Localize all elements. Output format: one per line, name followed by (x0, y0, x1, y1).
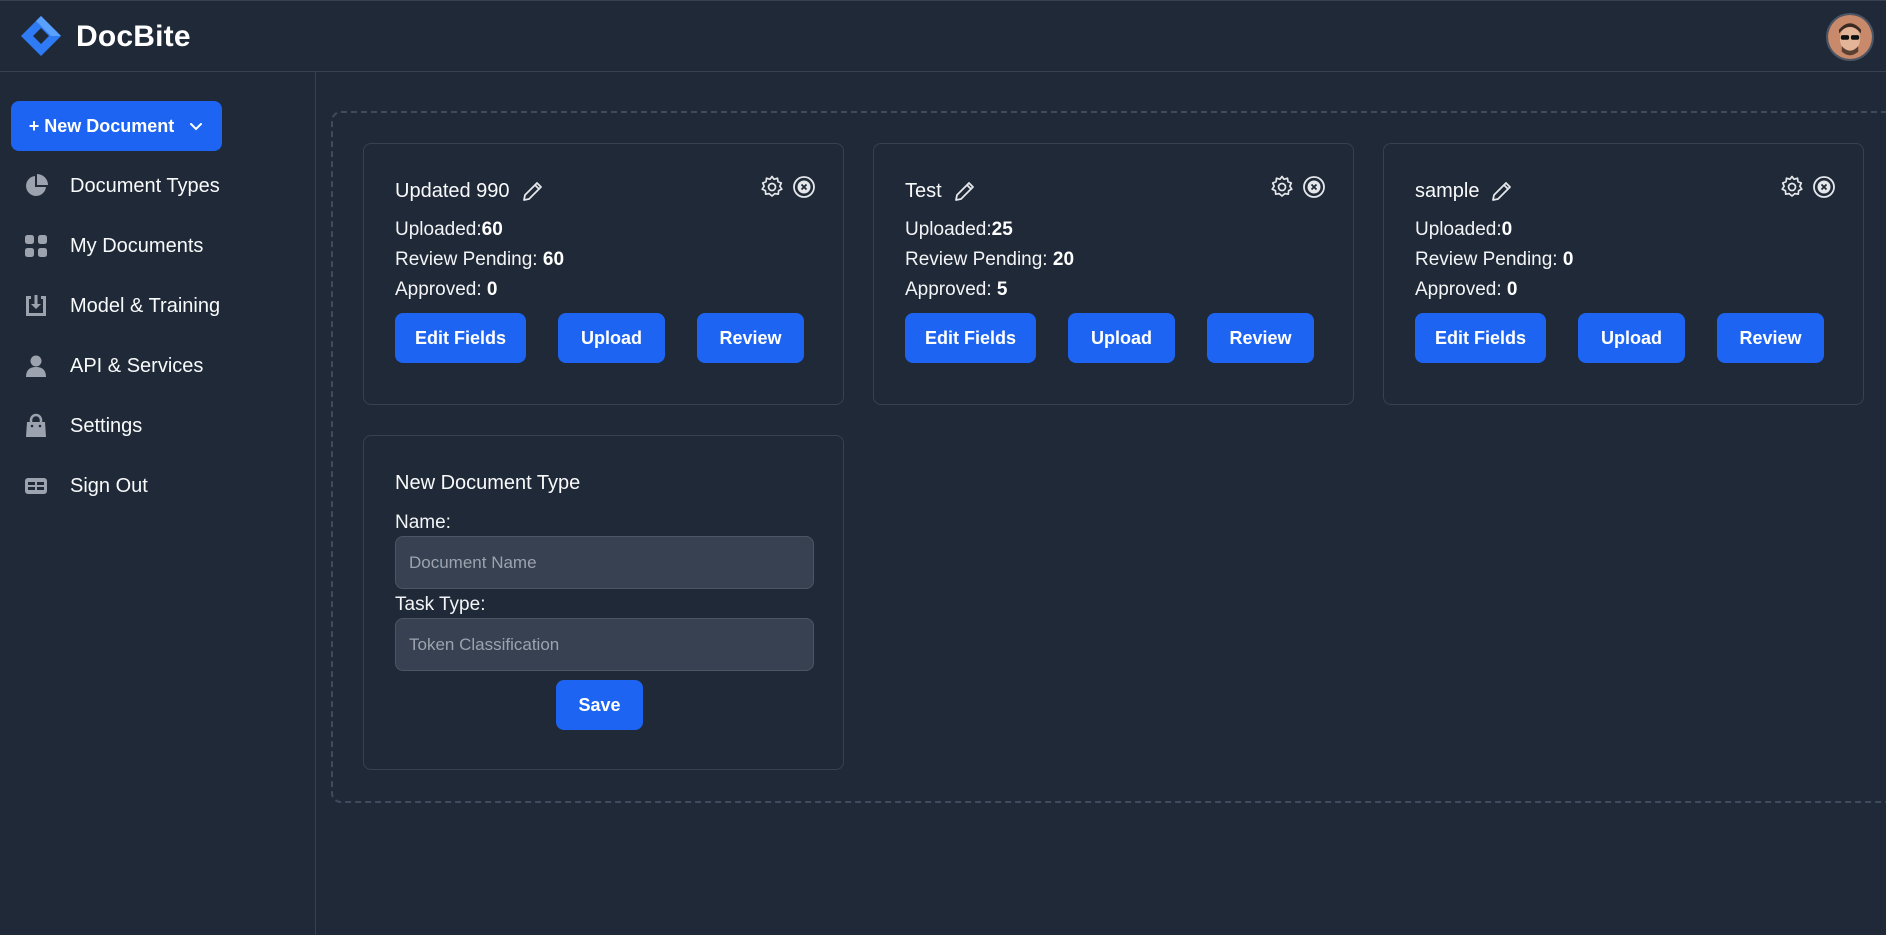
upload-button[interactable]: Upload (558, 313, 665, 363)
download-box-icon (26, 295, 46, 316)
document-type-card: Updated 990 Uploaded:60 Review Pending: … (363, 143, 844, 405)
edit-fields-button[interactable]: Edit Fields (1415, 313, 1546, 363)
uploaded-value: 25 (991, 219, 1013, 240)
card-title: sample (1415, 178, 1515, 204)
grid-icon (25, 235, 47, 257)
document-type-card: Test Uploaded:25 Review Pending: 20 Appr… (873, 143, 1354, 405)
card-actions (1779, 174, 1837, 200)
edit-fields-button[interactable]: Edit Fields (905, 313, 1036, 363)
pencil-icon[interactable] (1489, 178, 1515, 204)
uploaded-label: Uploaded: (395, 219, 482, 240)
sidebar-item-api-services[interactable]: API & Services (22, 346, 302, 386)
approved-label: Approved: (1415, 279, 1507, 300)
review-pending-value: 60 (542, 249, 565, 270)
document-name-input[interactable] (395, 536, 814, 589)
document-type-card: sample Uploaded:0 Review Pending: 0 Appr… (1383, 143, 1864, 405)
docbite-logo-icon (21, 16, 61, 56)
pie-chart-icon (26, 174, 48, 196)
review-pending-stat: Review Pending: 20 (905, 249, 1074, 271)
user-avatar[interactable] (1826, 13, 1874, 61)
review-button[interactable]: Review (1207, 313, 1314, 363)
gear-icon[interactable] (1269, 174, 1295, 200)
avatar-image-icon (1828, 15, 1872, 59)
name-label: Name: (395, 512, 451, 533)
sidebar-item-label: API & Services (70, 354, 204, 377)
card-title-text: Test (905, 179, 942, 202)
uploaded-stat: Uploaded:60 (395, 219, 503, 241)
review-pending-stat: Review Pending: 0 (1415, 249, 1573, 271)
review-pending-label: Review Pending: (395, 249, 543, 270)
uploaded-stat: Uploaded:25 (905, 219, 1013, 241)
gear-icon[interactable] (759, 174, 785, 200)
sidebar-item-label: Model & Training (70, 294, 221, 317)
brand-name: DocBite (76, 20, 191, 53)
approved-stat: Approved: 0 (1415, 279, 1517, 301)
task-type-label: Task Type: (395, 594, 486, 615)
pencil-icon[interactable] (520, 178, 546, 204)
sidebar-item-document-types[interactable]: Document Types (22, 166, 302, 206)
card-title-text: Updated 990 (395, 179, 510, 202)
approved-label: Approved: (905, 279, 997, 300)
top-bar: DocBite (0, 0, 1886, 72)
review-pending-label: Review Pending: (1415, 249, 1563, 270)
task-type-input[interactable] (395, 618, 814, 671)
sidebar-item-settings[interactable]: Settings (22, 406, 302, 446)
sidebar-item-label: My Documents (70, 234, 204, 257)
review-button[interactable]: Review (1717, 313, 1824, 363)
approved-value: 0 (486, 279, 498, 300)
approved-value: 5 (996, 279, 1008, 300)
card-title: Test (905, 178, 978, 204)
shopping-bag-icon (26, 413, 46, 437)
approved-stat: Approved: 0 (395, 279, 497, 301)
card-actions (759, 174, 817, 200)
review-pending-stat: Review Pending: 60 (395, 249, 564, 271)
form-title: New Document Type (395, 472, 581, 494)
sidebar-item-label: Settings (70, 414, 143, 437)
approved-stat: Approved: 5 (905, 279, 1007, 301)
review-pending-value: 0 (1562, 249, 1574, 270)
user-icon (26, 355, 46, 377)
chevron-down-icon (190, 123, 203, 131)
uploaded-value: 0 (1501, 219, 1513, 240)
approved-value: 0 (1506, 279, 1518, 300)
uploaded-value: 60 (481, 219, 503, 240)
gear-icon[interactable] (1779, 174, 1805, 200)
card-title-text: sample (1415, 179, 1480, 202)
pencil-icon[interactable] (952, 178, 978, 204)
upload-button[interactable]: Upload (1578, 313, 1685, 363)
sidebar: + New Document Document Types My Documen… (0, 72, 316, 935)
close-circle-icon[interactable] (1301, 174, 1327, 200)
sidebar-item-my-documents[interactable]: My Documents (22, 226, 302, 266)
uploaded-label: Uploaded: (905, 219, 992, 240)
new-document-type-card: New Document Type Name: Task Type: Save (363, 435, 844, 770)
card-table-icon (25, 478, 47, 494)
upload-button[interactable]: Upload (1068, 313, 1175, 363)
sidebar-item-model-training[interactable]: Model & Training (22, 286, 302, 326)
uploaded-label: Uploaded: (1415, 219, 1502, 240)
close-circle-icon[interactable] (791, 174, 817, 200)
sidebar-item-label: Sign Out (70, 474, 148, 497)
close-circle-icon[interactable] (1811, 174, 1837, 200)
card-title: Updated 990 (395, 178, 546, 204)
uploaded-stat: Uploaded:0 (1415, 219, 1512, 241)
sidebar-item-sign-out[interactable]: Sign Out (22, 466, 302, 506)
card-actions (1269, 174, 1327, 200)
review-button[interactable]: Review (697, 313, 804, 363)
review-pending-label: Review Pending: (905, 249, 1053, 270)
save-button[interactable]: Save (556, 680, 643, 730)
new-document-label: + New Document (28, 115, 175, 136)
new-document-button[interactable]: + New Document (11, 101, 222, 151)
sidebar-item-label: Document Types (70, 174, 220, 197)
approved-label: Approved: (395, 279, 487, 300)
edit-fields-button[interactable]: Edit Fields (395, 313, 526, 363)
review-pending-value: 20 (1052, 249, 1075, 270)
